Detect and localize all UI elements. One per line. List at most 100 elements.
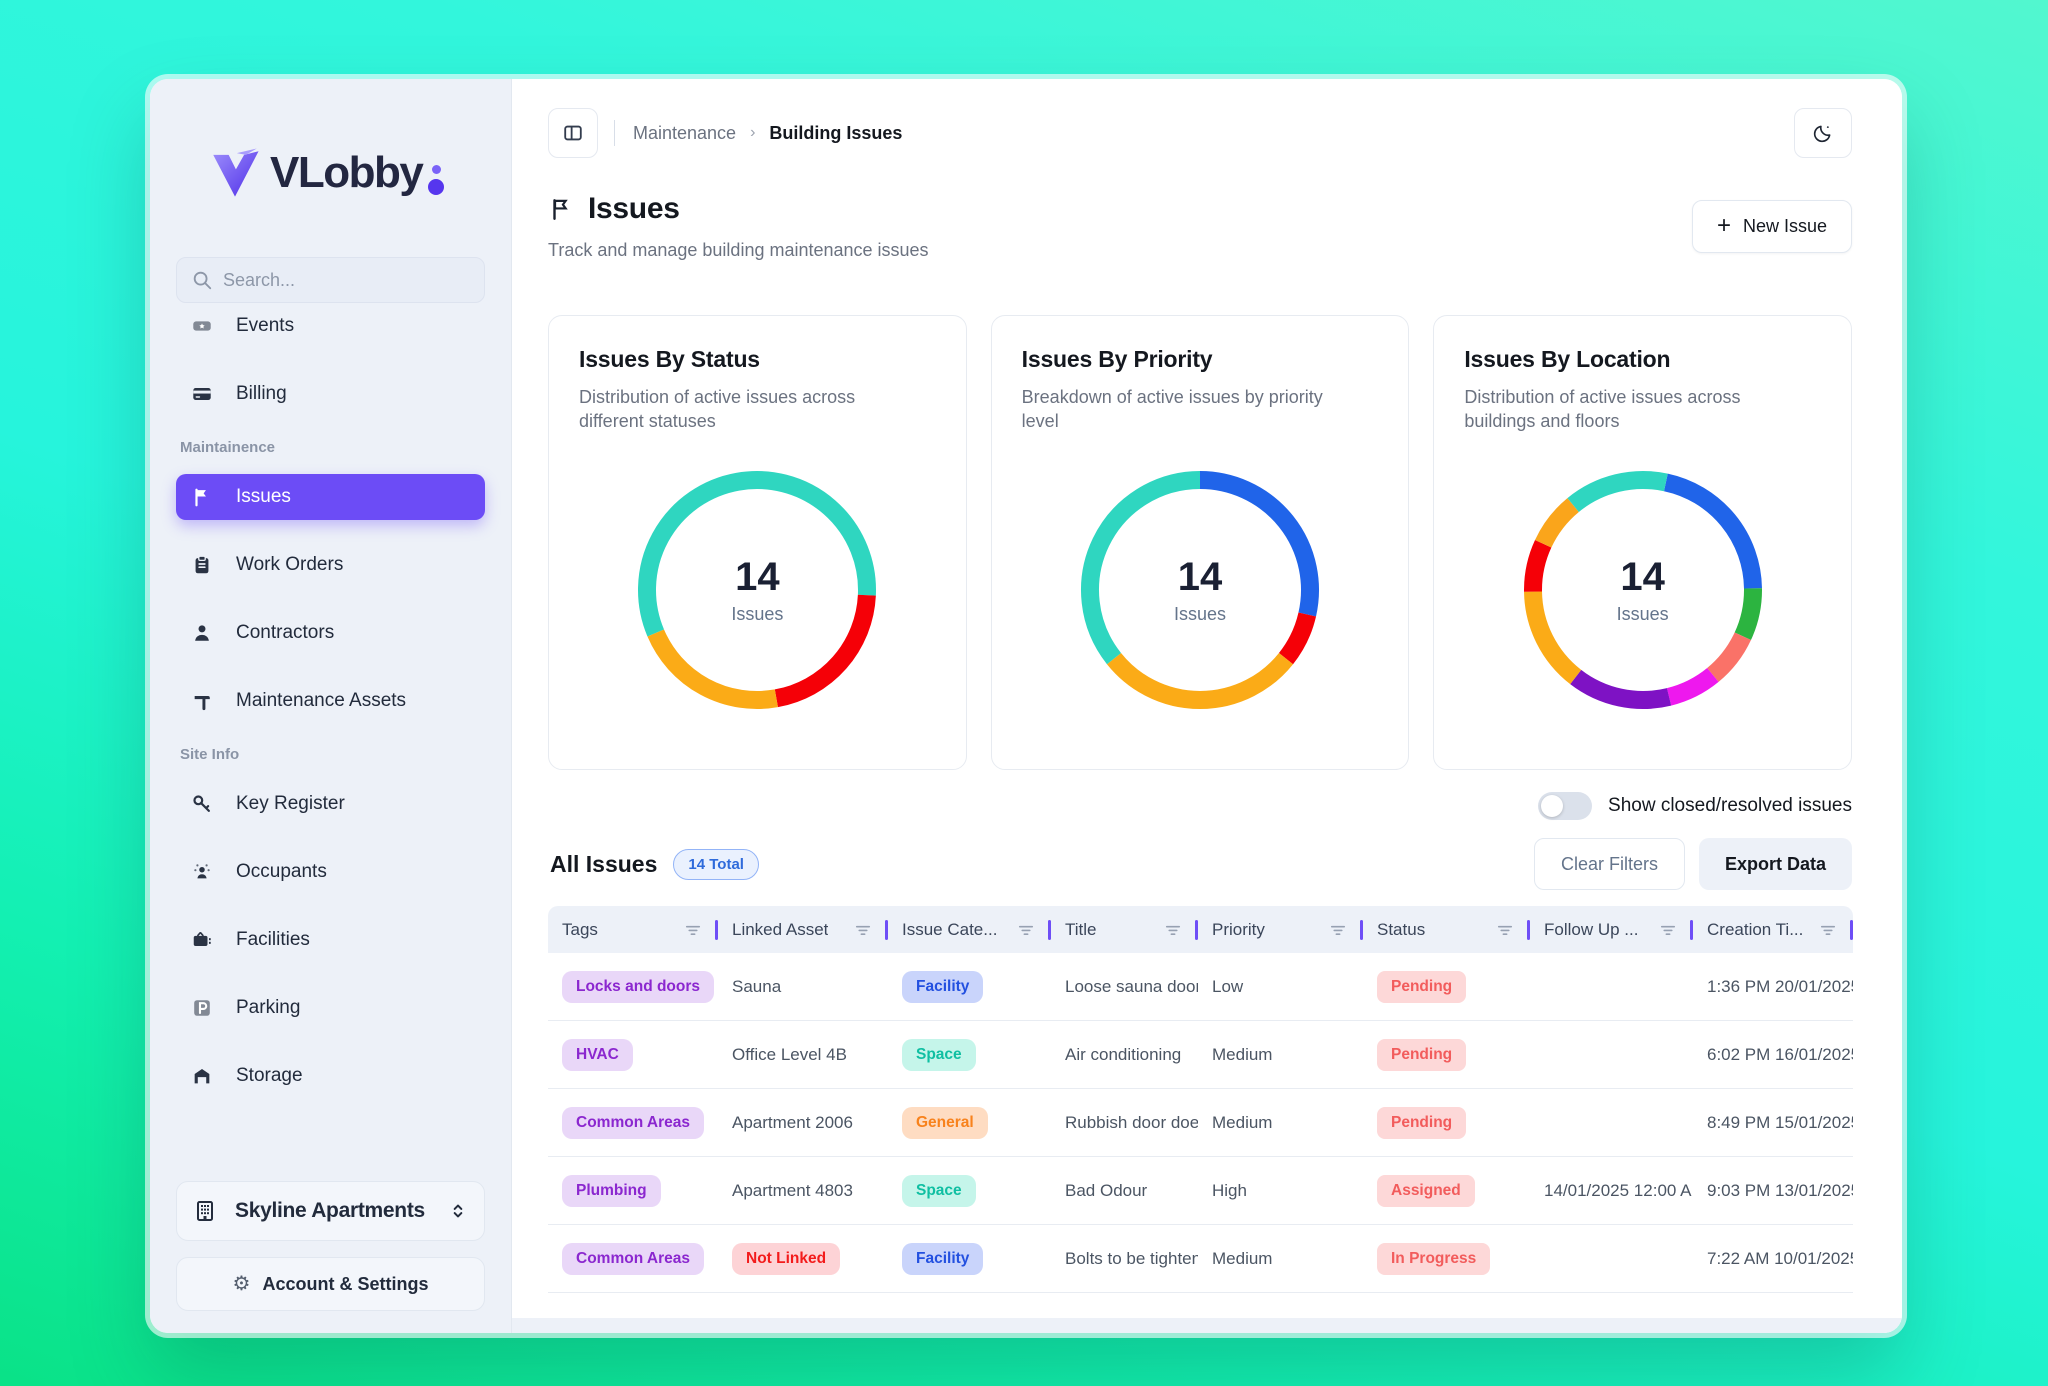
- table-row[interactable]: PlumbingApartment 4803SpaceBad OdourHigh…: [548, 1157, 1853, 1225]
- sidebar-item-contractors[interactable]: Contractors: [176, 610, 485, 656]
- filter-icon[interactable]: [1163, 920, 1183, 940]
- sidebar-item-maintenance-assets[interactable]: Maintenance Assets: [176, 678, 485, 724]
- flag-icon: [190, 485, 214, 509]
- account-settings-button[interactable]: ⚙ Account & Settings: [176, 1257, 485, 1311]
- filter-icon[interactable]: [1658, 920, 1678, 940]
- category-pill: Space: [902, 1175, 976, 1207]
- sidebar-item-work-orders[interactable]: Work Orders: [176, 542, 485, 588]
- breadcrumb-chevron-icon: ›: [750, 124, 755, 142]
- sidebar-item-billing[interactable]: Billing: [176, 371, 485, 417]
- warehouse-icon: [190, 1064, 214, 1088]
- cell-linked-asset: Not Linked: [718, 1243, 888, 1275]
- search-box: [176, 257, 485, 303]
- export-data-button[interactable]: Export Data: [1699, 838, 1852, 890]
- filter-icon[interactable]: [1016, 920, 1036, 940]
- sidebar-toggle-button[interactable]: [548, 108, 598, 158]
- filter-icon[interactable]: [683, 920, 703, 940]
- cell-title: Loose sauna door: [1051, 977, 1198, 997]
- cell-priority: Medium: [1198, 1113, 1363, 1133]
- cell-title: Bolts to be tightene: [1051, 1249, 1198, 1269]
- filter-icon[interactable]: [1328, 920, 1348, 940]
- sidebar-item-parking[interactable]: Parking: [176, 985, 485, 1031]
- credit-card-icon: [190, 382, 214, 406]
- cell-priority: High: [1198, 1181, 1363, 1201]
- sidebar-item-issues[interactable]: Issues: [176, 474, 485, 520]
- table-scroll-track[interactable]: [512, 1318, 1902, 1333]
- cell-linked-asset: Apartment 2006: [718, 1113, 888, 1133]
- cell-title: Air conditioning: [1051, 1045, 1198, 1065]
- breadcrumb-parent[interactable]: Maintenance: [633, 123, 736, 144]
- tag-pill: Common Areas: [562, 1243, 704, 1275]
- not-linked-pill: Not Linked: [732, 1243, 840, 1275]
- tag-pill: Plumbing: [562, 1175, 661, 1207]
- table-row[interactable]: Common AreasApartment 2006GeneralRubbish…: [548, 1089, 1853, 1157]
- clear-filters-button[interactable]: Clear Filters: [1534, 838, 1685, 890]
- chart-title: Issues By Priority: [1022, 346, 1379, 373]
- tag-pill: Locks and doors: [562, 971, 714, 1003]
- chevron-updown-icon: [448, 1201, 468, 1221]
- sidebar-item-key-register[interactable]: Key Register: [176, 781, 485, 827]
- chart-title: Issues By Status: [579, 346, 936, 373]
- site-name: Skyline Apartments: [235, 1199, 448, 1223]
- table-row[interactable]: HVACOffice Level 4BSpaceAir conditioning…: [548, 1021, 1853, 1089]
- building-icon: [193, 1199, 217, 1223]
- site-selector[interactable]: Skyline Apartments: [176, 1181, 485, 1241]
- main-area: Maintenance › Building Issues Issues Tra…: [512, 79, 1902, 1333]
- cell-category: Space: [888, 1175, 1051, 1207]
- sidebar-item-facilities[interactable]: Facilities: [176, 917, 485, 963]
- filter-icon[interactable]: [1818, 920, 1838, 940]
- column-header-follow-up: Follow Up ...: [1530, 920, 1693, 940]
- dark-mode-button[interactable]: [1794, 108, 1852, 158]
- sidebar-item-storage[interactable]: Storage: [176, 1053, 485, 1099]
- show-closed-toggle[interactable]: [1538, 792, 1592, 820]
- new-issue-button[interactable]: + New Issue: [1692, 200, 1852, 253]
- cell-category: Facility: [888, 1243, 1051, 1275]
- donut-chart: 14Issues: [629, 462, 885, 718]
- cell-linked-asset: Sauna: [718, 977, 888, 997]
- tv-icon: [190, 928, 214, 952]
- status-pill: Pending: [1377, 971, 1466, 1003]
- cell-created: 6:02 PM 16/01/2025: [1693, 1045, 1853, 1065]
- cell-follow-up: 14/01/2025 12:00 A: [1530, 1181, 1693, 1201]
- cell-tags: HVAC: [548, 1039, 718, 1071]
- page-title: Issues: [588, 192, 680, 226]
- donut-total: 14: [1620, 555, 1665, 600]
- donut-total-label: Issues: [1617, 604, 1669, 625]
- people-icon: [190, 860, 214, 884]
- total-badge: 14 Total: [673, 849, 759, 880]
- breadcrumb-current: Building Issues: [769, 123, 902, 144]
- cell-tags: Common Areas: [548, 1243, 718, 1275]
- column-header-issue-cate: Issue Cate...: [888, 920, 1051, 940]
- filter-icon[interactable]: [1495, 920, 1515, 940]
- cell-status: Pending: [1363, 1107, 1530, 1139]
- sidebar-bottom: Skyline Apartments ⚙ Account & Settings: [150, 1181, 511, 1333]
- issues-table: TagsLinked AssetIssue Cate...TitlePriori…: [548, 906, 1853, 1293]
- sidebar-item-events[interactable]: Events: [176, 303, 485, 349]
- cell-status: In Progress: [1363, 1243, 1530, 1275]
- topbar-divider: [614, 120, 615, 146]
- status-pill: Pending: [1377, 1039, 1466, 1071]
- gear-icon: ⚙: [233, 1274, 251, 1294]
- status-pill: Pending: [1377, 1107, 1466, 1139]
- logo-text: VLobby: [270, 148, 422, 198]
- app-window: VLobby EventsBillingMaintainenceIssuesWo…: [150, 79, 1902, 1333]
- cell-tags: Plumbing: [548, 1175, 718, 1207]
- cell-priority: Medium: [1198, 1249, 1363, 1269]
- column-header-creation-ti: Creation Ti...: [1693, 920, 1853, 940]
- filter-icon[interactable]: [853, 920, 873, 940]
- logo: VLobby: [206, 141, 511, 205]
- search-input[interactable]: [223, 270, 453, 291]
- all-issues-heading: All Issues: [550, 851, 657, 878]
- sidebar-item-occupants[interactable]: Occupants: [176, 849, 485, 895]
- table-row[interactable]: Common Areas Not Linked FacilityBolts to b…: [548, 1225, 1853, 1293]
- clipboard-icon: [190, 553, 214, 577]
- donut-chart: 14Issues: [1072, 462, 1328, 718]
- table-row[interactable]: Locks and doorsSaunaFacilityLoose sauna …: [548, 953, 1853, 1021]
- cell-created: 8:49 PM 15/01/2025: [1693, 1113, 1853, 1133]
- cell-category: General: [888, 1107, 1051, 1139]
- chart-subtitle: Distribution of active issues across bui…: [1464, 385, 1794, 434]
- key-icon: [190, 792, 214, 816]
- toggle-knob: [1541, 795, 1563, 817]
- moon-icon: [1812, 122, 1834, 144]
- category-pill: General: [902, 1107, 988, 1139]
